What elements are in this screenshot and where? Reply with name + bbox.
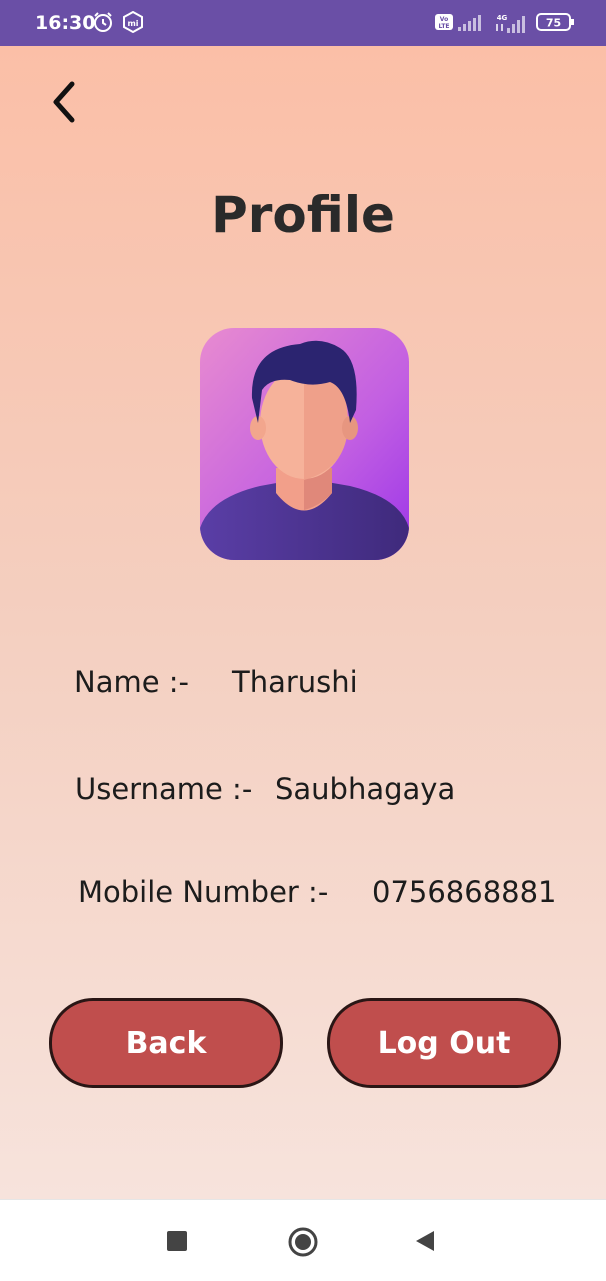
back-button-label: Back bbox=[125, 1025, 207, 1061]
logout-button[interactable]: Log Out bbox=[327, 998, 561, 1088]
username-value: Saubhagaya bbox=[275, 772, 456, 806]
mobile-label: Mobile Number :- bbox=[78, 875, 329, 909]
signal-icon: 4G bbox=[496, 14, 525, 33]
svg-text:75: 75 bbox=[546, 17, 561, 30]
status-bar: 16:30 mi Vo LTE 4G 75 bbox=[0, 0, 606, 46]
navigation-bar bbox=[0, 1199, 606, 1281]
back-arrow-icon[interactable] bbox=[46, 78, 86, 126]
svg-text:LTE: LTE bbox=[438, 23, 449, 30]
svg-text:mi: mi bbox=[127, 19, 138, 28]
battery-icon: 75 bbox=[536, 13, 574, 31]
back-button[interactable]: Back bbox=[49, 998, 283, 1088]
profile-screen: Profile Name:- Tharushi Username:- Sau… bbox=[0, 46, 606, 1199]
mi-icon: mi bbox=[123, 11, 143, 33]
status-time: 16:30 bbox=[35, 12, 96, 34]
home-icon[interactable] bbox=[287, 1226, 319, 1258]
svg-text:4G: 4G bbox=[497, 14, 508, 22]
recents-icon[interactable] bbox=[166, 1230, 188, 1252]
svg-text:Vo: Vo bbox=[440, 16, 448, 23]
mobile-value: 0756868881 bbox=[372, 875, 557, 909]
back-nav-icon[interactable] bbox=[414, 1229, 438, 1253]
username-label: Username :- bbox=[75, 772, 253, 806]
name-value: Tharushi bbox=[232, 665, 358, 699]
page-title: Profile bbox=[211, 186, 395, 244]
name-label: Name :- bbox=[74, 665, 190, 699]
alarm-icon bbox=[94, 12, 112, 32]
logout-button-label: Log Out bbox=[377, 1025, 511, 1061]
avatar bbox=[200, 328, 409, 560]
volte-icon: Vo LTE bbox=[435, 14, 481, 31]
